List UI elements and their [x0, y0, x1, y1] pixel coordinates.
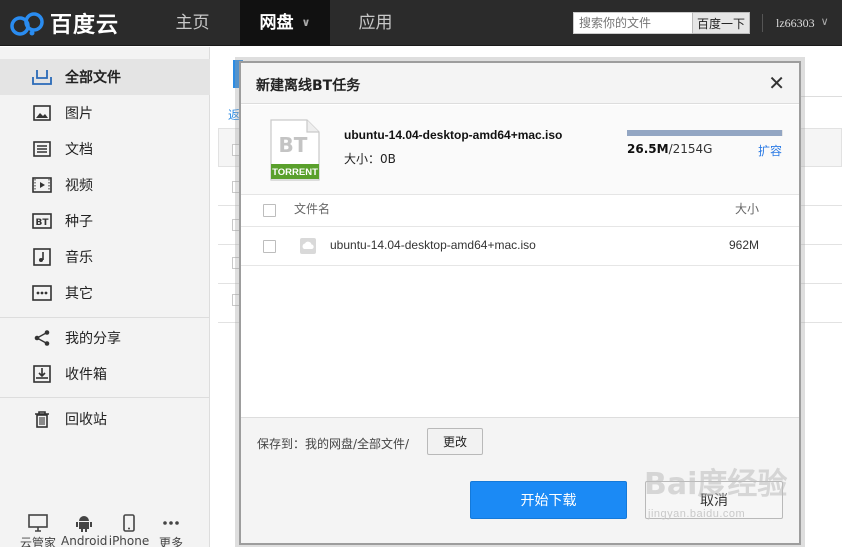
sidebar-item-music[interactable]: 音乐	[0, 239, 210, 275]
inbox-icon	[32, 364, 52, 384]
select-all-checkbox[interactable]	[263, 204, 276, 217]
torrent-icon-label: TORRENT	[272, 167, 318, 178]
android-icon	[61, 512, 107, 534]
search-button[interactable]: 百度一下	[692, 12, 750, 34]
device-android[interactable]: Android	[61, 512, 107, 547]
close-icon[interactable]: ✕	[768, 71, 785, 95]
bt-icon: BT	[32, 211, 52, 231]
sidebar-item-label: 文档	[65, 142, 93, 158]
quota-text: 26.5M/2154G	[627, 142, 712, 156]
sidebar-item-my-shares[interactable]: 我的分享	[0, 320, 210, 356]
row-checkbox[interactable]	[263, 240, 276, 253]
trash-icon	[32, 409, 52, 429]
sidebar-item-videos[interactable]: 视频	[0, 167, 210, 203]
sidebar-item-label: 视频	[65, 178, 93, 194]
sidebar-item-label: 回收站	[65, 412, 107, 428]
chevron-down-icon: ∨	[820, 16, 829, 28]
sidebar-item-label: 种子	[65, 214, 93, 230]
nav-netdisk[interactable]: 网盘 ∨	[240, 0, 330, 46]
baidu-cloud-logo[interactable]: 百度云	[10, 8, 119, 38]
phone-icon	[108, 512, 150, 534]
nav-apps[interactable]: 应用	[343, 0, 408, 46]
quota-progress-bar	[627, 130, 783, 136]
file-size: 962M	[729, 238, 760, 252]
quota-total: /2154G	[668, 142, 713, 156]
sidebar-item-images[interactable]: 图片	[0, 95, 210, 131]
device-label: iPhone	[108, 534, 150, 547]
file-list-header: 文件名 大小	[241, 195, 799, 227]
expand-storage-link[interactable]: 扩容	[758, 142, 782, 159]
torrent-size: 大小：0B	[344, 152, 396, 166]
divider	[0, 397, 210, 398]
music-icon	[32, 247, 52, 267]
quota-progress-fill	[627, 130, 783, 136]
sidebar-item-inbox[interactable]: 收件箱	[0, 356, 210, 392]
save-path: 保存到：我的网盘/全部文件/	[257, 437, 410, 451]
sidebar-item-all-files[interactable]: 全部文件	[0, 59, 210, 95]
video-icon	[32, 175, 52, 195]
torrent-info: BT TORRENT ubuntu-14.04-desktop-amd64+ma…	[241, 105, 799, 195]
new-bt-task-dialog: 新建离线BT任务 ✕ BT TORRENT ubuntu-14.04-deskt…	[239, 61, 801, 545]
torrent-file-icon: BT TORRENT	[269, 119, 321, 181]
sidebar-item-label: 其它	[65, 286, 93, 302]
torrent-icon-text: BT	[279, 133, 308, 157]
file-name: ubuntu-14.04-desktop-amd64+mac.iso	[330, 238, 536, 252]
sidebar-item-other[interactable]: 其它	[0, 275, 210, 311]
torrent-file-name: ubuntu-14.04-desktop-amd64+mac.iso	[344, 128, 563, 142]
monitor-icon	[18, 512, 58, 534]
dialog-footer: 保存到：我的网盘/全部文件/ 更改 开始下载 取消	[241, 417, 799, 543]
sidebar-item-label: 音乐	[65, 250, 93, 266]
username: lz66303	[776, 16, 815, 30]
sidebar-item-label: 图片	[65, 106, 93, 122]
file-icon	[300, 238, 316, 254]
start-download-button[interactable]: 开始下载	[470, 481, 627, 519]
share-icon	[32, 328, 52, 348]
top-navbar: 百度云 主页 网盘 ∨ 应用 百度一下 lz66303 ∨	[0, 0, 842, 46]
svg-text:BT: BT	[36, 218, 50, 228]
column-file-name: 文件名	[294, 202, 331, 216]
device-pc[interactable]: 云管家	[18, 512, 58, 547]
folder-icon	[32, 67, 52, 87]
device-more[interactable]: 更多	[154, 512, 188, 547]
search-input[interactable]	[573, 12, 693, 34]
more-dots-icon	[32, 283, 52, 303]
logo-text: 百度云	[50, 13, 120, 38]
nav-home[interactable]: 主页	[160, 0, 225, 46]
device-label: 云管家	[19, 536, 56, 547]
device-iphone[interactable]: iPhone	[108, 512, 150, 547]
divider	[800, 96, 842, 97]
divider	[0, 317, 210, 318]
change-path-button[interactable]: 更改	[427, 428, 483, 455]
sidebar-item-label: 收件箱	[65, 367, 107, 383]
dialog-title: 新建离线BT任务	[256, 78, 361, 94]
sidebar: 全部文件 图片 文档 视频 BT 种子 音乐 其它 我的分享 收件箱 回收站 云…	[0, 47, 210, 547]
divider	[762, 14, 763, 32]
user-menu[interactable]: lz66303 ∨	[776, 0, 829, 46]
nav-netdisk-label: 网盘	[259, 13, 294, 33]
device-label: 更多	[158, 536, 183, 547]
sidebar-item-documents[interactable]: 文档	[0, 131, 210, 167]
device-label: Android	[61, 534, 108, 547]
more-dots-icon	[154, 512, 188, 534]
sidebar-item-torrents[interactable]: BT 种子	[0, 203, 210, 239]
column-size: 大小	[735, 202, 760, 216]
sidebar-item-recycle-bin[interactable]: 回收站	[0, 401, 210, 437]
sidebar-item-label: 我的分享	[65, 331, 121, 347]
image-icon	[32, 103, 52, 123]
quota-used: 26.5M	[627, 142, 669, 156]
dialog-header: 新建离线BT任务 ✕	[241, 63, 799, 104]
cloud-logo-icon	[10, 10, 46, 36]
watermark-url: jingyan.baidu.com	[648, 508, 746, 520]
sidebar-item-label: 全部文件	[65, 70, 121, 86]
chevron-down-icon: ∨	[301, 16, 311, 29]
list-item[interactable]: ubuntu-14.04-desktop-amd64+mac.iso 962M	[241, 228, 799, 266]
document-icon	[32, 139, 52, 159]
